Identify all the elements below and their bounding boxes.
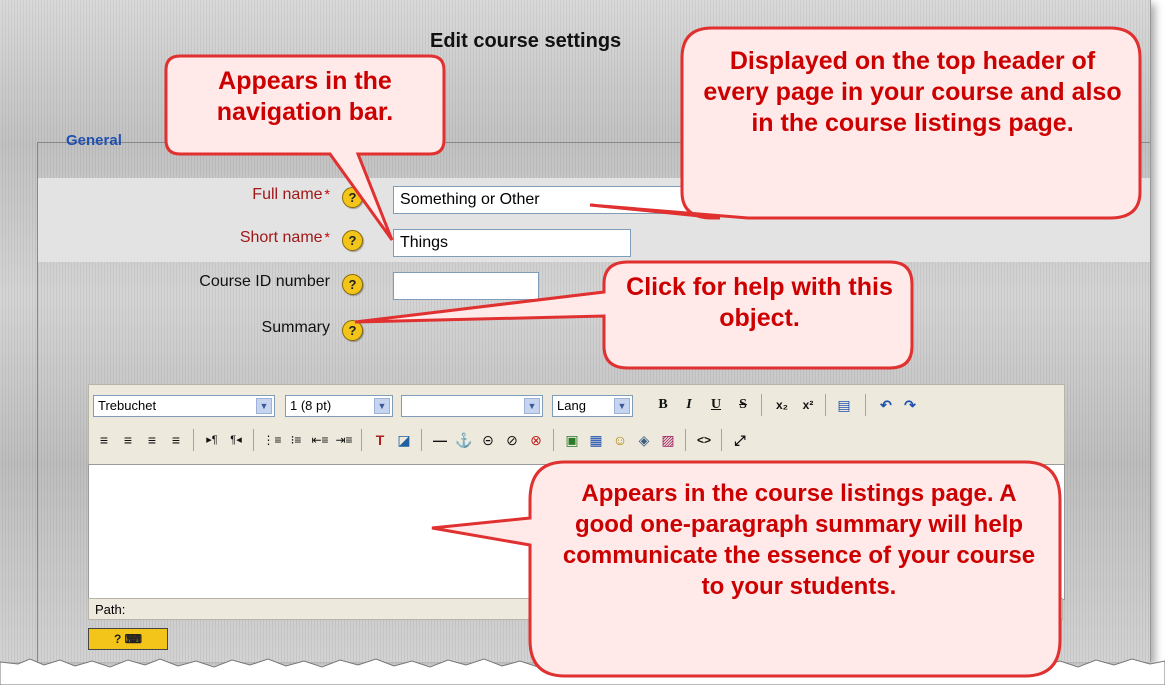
header-callout-text: Displayed on the top header of every pag… [703, 47, 1122, 137]
navbar-callout-text: Appears in the navigation bar. [216, 67, 394, 126]
help-callout-text: Click for help with this object. [626, 273, 893, 332]
summary-callout-text: Appears in the course listings page. A g… [562, 480, 1036, 600]
